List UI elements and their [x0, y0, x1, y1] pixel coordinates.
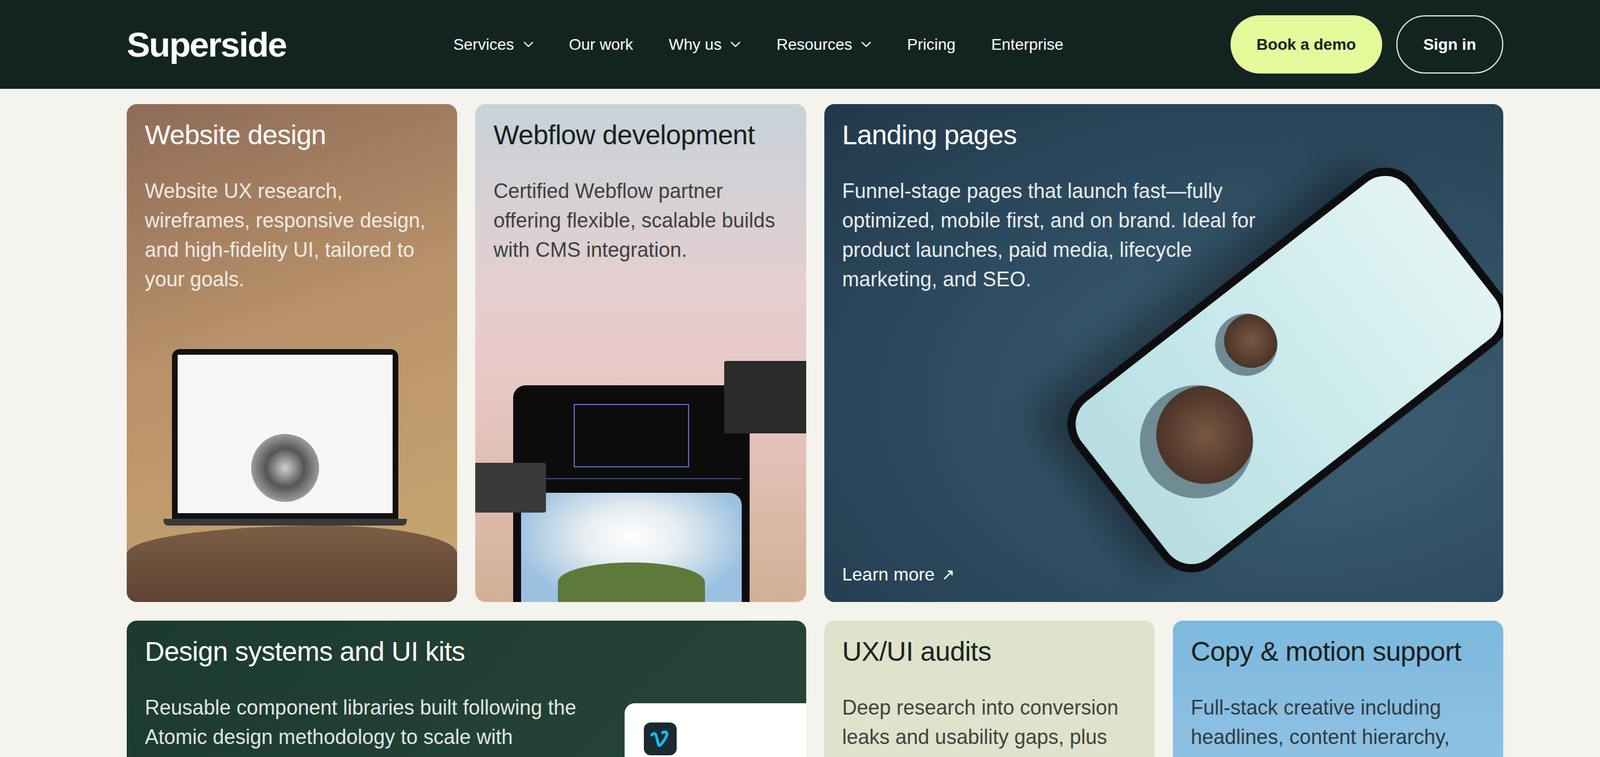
webflow-picture — [475, 385, 806, 602]
service-card[interactable]: Landing pages Funnel-stage pages that la… — [824, 104, 1504, 602]
card-title: Copy & motion support — [1190, 635, 1486, 669]
main-menu: Services Our work Why us Resources Prici… — [453, 35, 1064, 54]
card-text: Webflow development Certified Webflow pa… — [475, 104, 806, 265]
page: Superside Services Our work Why us Resou… — [0, 0, 1600, 757]
card-text: Website design Website UX research,wiref… — [126, 104, 458, 295]
device-frame — [513, 385, 750, 602]
chevron-down-icon — [523, 41, 534, 48]
editor-panel — [475, 462, 546, 513]
card-description: Deep research into conversionleaks and u… — [842, 693, 1137, 752]
service-card[interactable]: Copy & motion support Full-stack creativ… — [1172, 620, 1504, 757]
card-description: Funnel-stage pages that launch fast—full… — [842, 176, 1237, 295]
card-description: Full-stack creative includingheadlines, … — [1190, 693, 1486, 752]
card-text: Design systems and UI kits Reusable comp… — [126, 620, 625, 757]
card-title: Website design — [144, 118, 440, 152]
arrow-up-right-icon: ↗ — [941, 565, 955, 584]
nav-item[interactable]: Enterprise — [991, 35, 1064, 54]
nav-item[interactable]: Resources — [776, 35, 872, 54]
service-card[interactable]: UX/UI audits Deep research into conversi… — [824, 620, 1155, 757]
outline-button[interactable]: Sign in — [1396, 15, 1504, 74]
logo[interactable]: Superside — [126, 24, 287, 65]
card-title: Landing pages — [842, 118, 1237, 152]
top-nav: Superside Services Our work Why us Resou… — [0, 0, 1600, 89]
learn-more-link[interactable]: Learn more ↗ — [842, 564, 1237, 586]
card-text: Landing pages Funnel-stage pages that la… — [824, 104, 1255, 602]
vimeo-logo-icon — [643, 722, 677, 756]
service-card[interactable]: Design systems and UI kits Reusable comp… — [126, 620, 807, 757]
card-description: Reusable component libraries built follo… — [144, 693, 607, 752]
service-card[interactable]: Website design Website UX research,wiref… — [126, 104, 458, 602]
chevron-down-icon — [730, 41, 741, 48]
card-title: Webflow development — [493, 118, 788, 152]
card-title: Design systems and UI kits — [144, 635, 607, 669]
laptop — [163, 349, 407, 526]
editor-panel — [724, 360, 807, 434]
card-text: UX/UI audits Deep research into conversi… — [824, 620, 1155, 752]
services-grid: Website design Website UX research,wiref… — [126, 88, 1504, 757]
nav-item[interactable]: Pricing — [906, 35, 956, 54]
laptop-picture — [126, 349, 458, 602]
card-description: Certified Webflow partneroffering flexib… — [493, 176, 788, 265]
card-title: UX/UI audits — [842, 635, 1137, 669]
phone-picture — [1254, 104, 1504, 602]
service-card[interactable]: Webflow development Certified Webflow pa… — [475, 104, 806, 602]
nav-item[interactable]: Why us — [668, 35, 741, 54]
ui-kit-preview — [624, 703, 807, 757]
primary-button[interactable]: Book a demo — [1230, 15, 1383, 74]
nav-item[interactable]: Our work — [569, 35, 634, 54]
card-description: Website UX research,wireframes, responsi… — [144, 176, 440, 295]
chevron-down-icon — [861, 41, 872, 48]
nav-item[interactable]: Services — [453, 35, 533, 54]
card-text: Copy & motion support Full-stack creativ… — [1172, 620, 1504, 752]
nav-actions: Book a demoSign in — [1230, 15, 1504, 74]
